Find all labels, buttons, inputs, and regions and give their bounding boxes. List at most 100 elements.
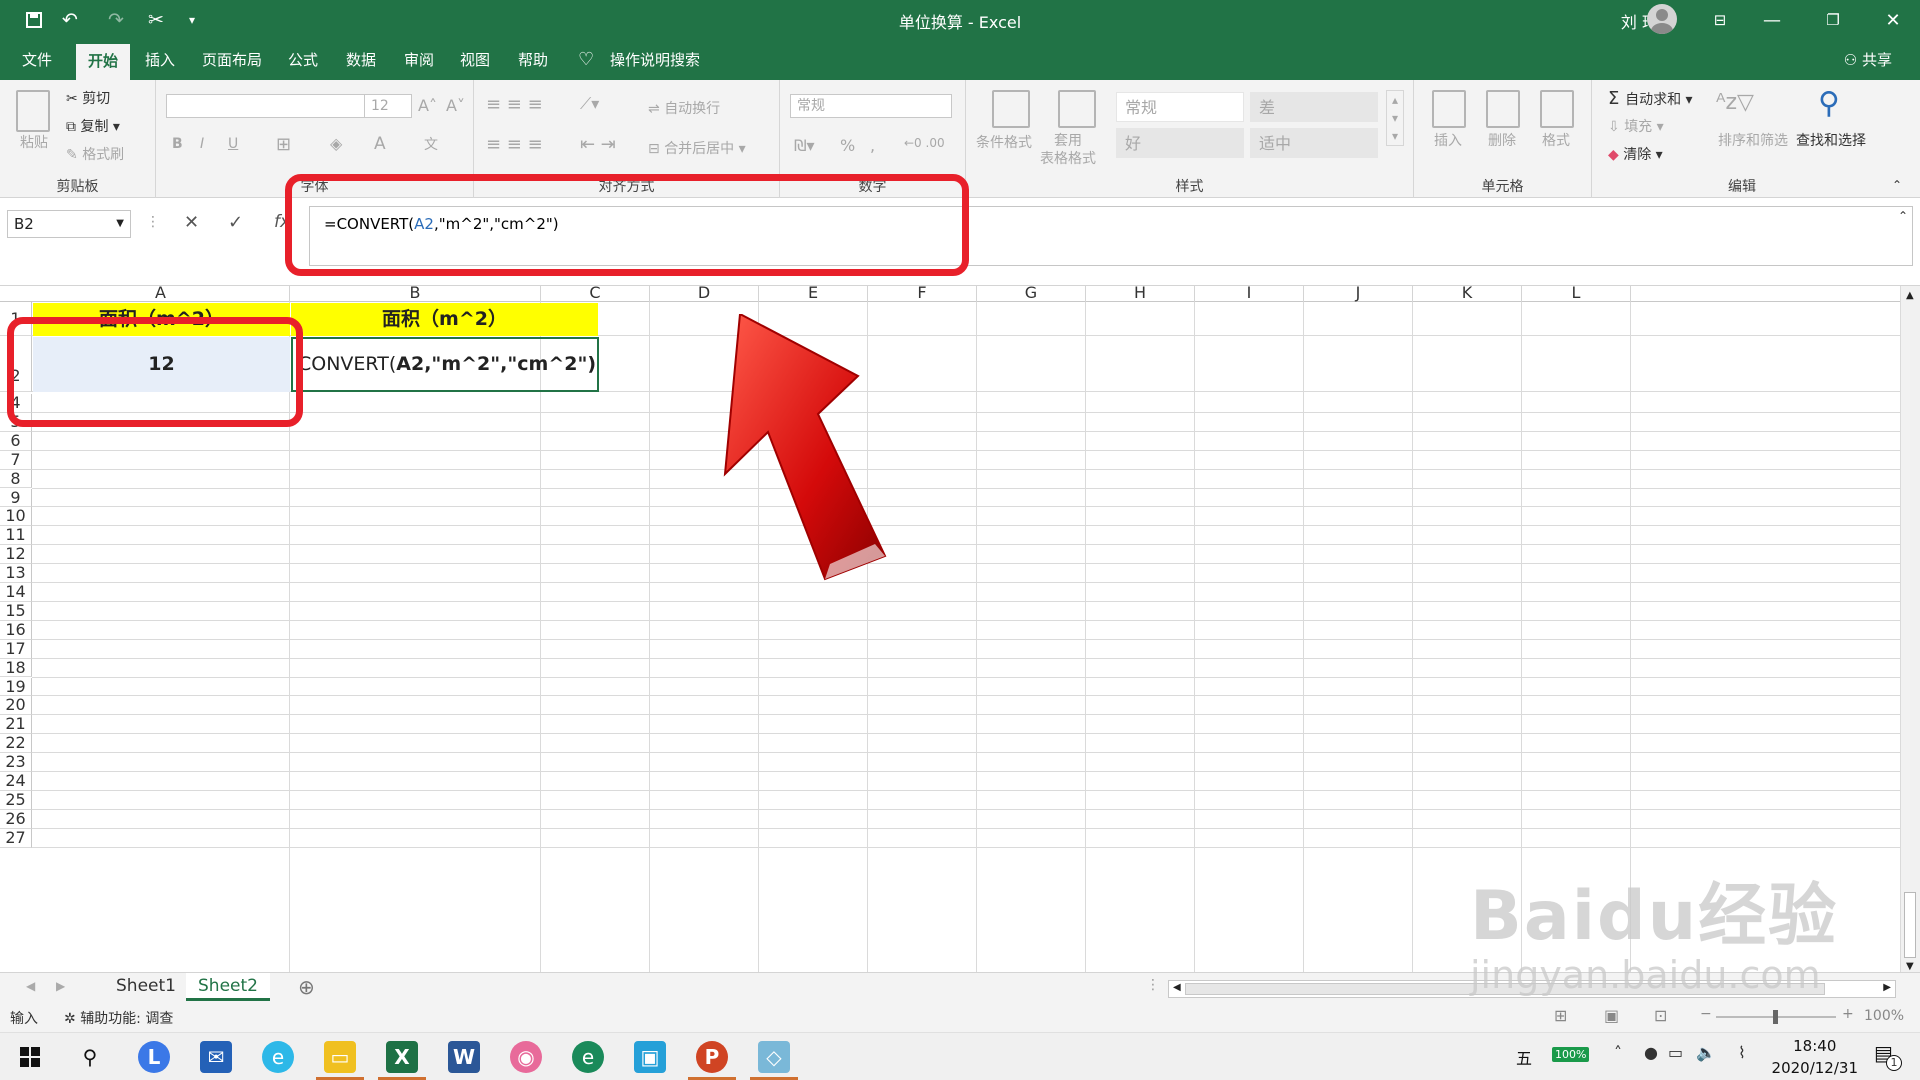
paste-icon[interactable] <box>16 90 50 132</box>
zoom-in-icon[interactable]: + <box>1842 1006 1854 1022</box>
avatar[interactable] <box>1647 4 1677 34</box>
qq-icon[interactable]: ● <box>1644 1043 1658 1062</box>
chevron-up-icon[interactable]: ˄ <box>1614 1043 1622 1062</box>
row-header-20[interactable]: 20 <box>0 695 32 716</box>
page-layout-view-icon[interactable]: ▣ <box>1604 1006 1619 1025</box>
add-sheet-icon[interactable]: ⊕ <box>298 975 315 999</box>
row-header-27[interactable]: 27 <box>0 828 32 848</box>
row-header-8[interactable]: 8 <box>0 469 32 489</box>
tab-home[interactable]: 开始 <box>76 44 131 80</box>
find-select-button[interactable]: 查找和选择 <box>1796 130 1866 150</box>
column-header-b[interactable]: B <box>290 285 541 302</box>
zoom-slider[interactable] <box>1716 1010 1836 1024</box>
tab-help[interactable]: 帮助 <box>518 40 548 80</box>
row-header-11[interactable]: 11 <box>0 525 32 546</box>
column-header-k[interactable]: K <box>1413 285 1522 302</box>
zoom-level[interactable]: 100% <box>1864 1008 1904 1024</box>
styles-scroll[interactable]: ▴ ▾ ▾ <box>1386 90 1404 146</box>
shrink-font-icon[interactable]: A˅ <box>446 96 465 115</box>
comma-icon[interactable]: , <box>870 136 875 155</box>
fill-color-icon[interactable]: ◈ <box>330 134 342 153</box>
column-header-a[interactable]: A <box>32 285 290 302</box>
tab-page-layout[interactable]: 页面布局 <box>202 40 262 80</box>
volume-icon[interactable]: 🔈 <box>1696 1043 1716 1062</box>
row-header-23[interactable]: 23 <box>0 752 32 772</box>
tab-sheet2[interactable]: Sheet2 <box>186 973 270 1001</box>
minimize-icon[interactable]: — <box>1749 0 1795 40</box>
scroll-down-icon[interactable]: ▼ <box>1906 961 1914 972</box>
battery-icon[interactable]: ▭ <box>1668 1043 1683 1062</box>
row-header-18[interactable]: 18 <box>0 658 32 678</box>
italic-button[interactable]: I <box>200 136 204 152</box>
insert-cells-button[interactable]: 插入 <box>1434 130 1462 150</box>
grow-font-icon[interactable]: A˄ <box>418 96 437 115</box>
scroll-thumb[interactable] <box>1904 892 1916 958</box>
split-handle-icon[interactable]: ⋮ <box>1146 977 1160 993</box>
lenovo-app-icon[interactable]: L <box>138 1041 170 1073</box>
table-format-button[interactable]: 套用 表格格式 <box>1040 132 1096 168</box>
tab-formulas[interactable]: 公式 <box>288 40 318 80</box>
ribbon-display-icon[interactable]: ⊟ <box>1697 0 1743 40</box>
paste-button[interactable]: 粘贴 <box>20 132 48 152</box>
normal-view-icon[interactable]: ⊞ <box>1554 1006 1567 1025</box>
sort-filter-icon[interactable]: ᴬᴢ▽ <box>1716 90 1754 115</box>
file-explorer-icon[interactable]: ▭ <box>324 1041 356 1073</box>
sort-filter-button[interactable]: 排序和筛选 <box>1718 130 1788 150</box>
font-name-select[interactable] <box>166 94 366 118</box>
tab-file[interactable]: 文件 <box>22 40 52 80</box>
style-neutral[interactable]: 适中 <box>1250 128 1378 158</box>
column-header-f[interactable]: F <box>868 285 977 302</box>
align-left-icon[interactable]: ≡ ≡ ≡ <box>486 134 543 155</box>
column-header-g[interactable]: G <box>977 285 1086 302</box>
column-header-l[interactable]: L <box>1522 285 1631 302</box>
row-header-26[interactable]: 26 <box>0 809 32 829</box>
windows-start-icon[interactable] <box>14 1041 46 1073</box>
row-header-16[interactable]: 16 <box>0 620 32 640</box>
row-header-22[interactable]: 22 <box>0 733 32 754</box>
column-header-c[interactable]: C <box>541 285 650 302</box>
indent-icon[interactable]: ⇤ ⇥ <box>580 134 616 155</box>
format-painter-button[interactable]: ✎ 格式刷 <box>66 144 124 164</box>
conditional-format-icon[interactable] <box>992 90 1030 128</box>
align-top-icon[interactable]: ≡ ≡ ≡ <box>486 94 543 115</box>
name-box[interactable]: B2 ▼ <box>7 210 131 238</box>
currency-icon[interactable]: ₪▾ <box>794 136 815 155</box>
delete-cells-icon[interactable] <box>1486 90 1520 128</box>
ime-indicator[interactable]: 五 <box>1516 1045 1532 1069</box>
format-cells-icon[interactable] <box>1540 90 1574 128</box>
tab-data[interactable]: 数据 <box>346 40 376 80</box>
conditional-format-button[interactable]: 条件格式 <box>976 132 1032 152</box>
table-format-icon[interactable] <box>1058 90 1096 128</box>
system-clock[interactable]: 18:40 2020/12/31 <box>1772 1035 1858 1079</box>
battery-badge[interactable]: 100% <box>1552 1047 1590 1062</box>
style-good[interactable]: 好 <box>1116 128 1244 158</box>
word-taskbar-icon[interactable]: W <box>448 1041 480 1073</box>
search-icon[interactable]: ⚲ <box>74 1041 106 1073</box>
collapse-ribbon-icon[interactable]: ⌃ <box>1892 178 1902 192</box>
tab-scroll-left-icon[interactable]: ◀ <box>26 979 35 993</box>
cut-button[interactable]: ✂ 剪切 <box>66 88 110 108</box>
column-header-j[interactable]: J <box>1304 285 1413 302</box>
row-header-13[interactable]: 13 <box>0 563 32 583</box>
style-normal[interactable]: 常规 <box>1116 92 1244 122</box>
merge-center-button[interactable]: ⊟ 合并后居中 ▾ <box>648 138 746 158</box>
edge-browser-icon[interactable]: e <box>572 1041 604 1073</box>
column-header-e[interactable]: E <box>759 285 868 302</box>
row-header-21[interactable]: 21 <box>0 714 32 735</box>
close-icon[interactable]: ✕ <box>1870 0 1916 40</box>
share-button[interactable]: ⚇ 共享 <box>1844 40 1892 80</box>
autosum-button[interactable]: Σ 自动求和 ▾ <box>1608 88 1693 109</box>
percent-button[interactable]: % <box>840 136 855 155</box>
scroll-up-icon[interactable]: ▲ <box>1906 290 1914 301</box>
row-header-10[interactable]: 10 <box>0 506 32 527</box>
ie-browser-icon[interactable]: e <box>262 1041 294 1073</box>
wrap-text-button[interactable]: ⇌ 自动换行 <box>648 98 720 118</box>
cell-b1[interactable]: 面积（m^2） <box>291 303 598 336</box>
find-icon[interactable]: ⚲ <box>1818 86 1840 121</box>
phonetic-icon[interactable]: 文 <box>424 134 438 154</box>
row-header-9[interactable]: 9 <box>0 488 32 508</box>
row-header-7[interactable]: 7 <box>0 450 32 470</box>
page-break-view-icon[interactable]: ⊡ <box>1654 1006 1667 1025</box>
enter-icon[interactable]: ✓ <box>228 212 243 233</box>
column-header-i[interactable]: I <box>1195 285 1304 302</box>
